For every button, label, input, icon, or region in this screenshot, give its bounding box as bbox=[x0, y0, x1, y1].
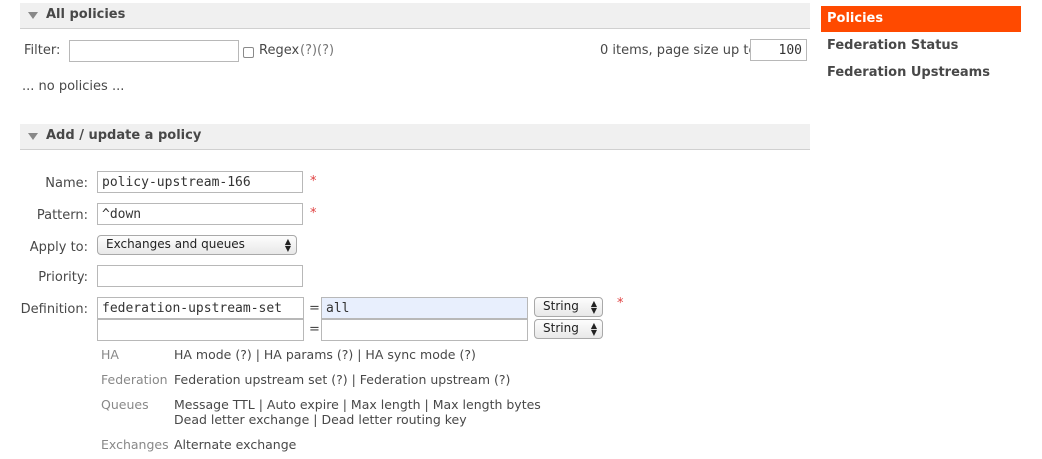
hint-line[interactable]: Alternate exchange bbox=[174, 437, 296, 452]
hint-line[interactable]: HA mode (?) | HA params (?) | HA sync mo… bbox=[174, 347, 476, 362]
page-size-input[interactable] bbox=[750, 39, 807, 61]
apply-to-value: Exchanges and queues bbox=[106, 237, 245, 251]
definition-type-select[interactable]: String ▲ ▼ bbox=[534, 297, 603, 317]
hint-category-ha: HA bbox=[101, 347, 119, 362]
items-count-text: 0 items, page size up to bbox=[600, 43, 757, 58]
definition-label: Definition: bbox=[20, 302, 88, 317]
regex-checkbox[interactable] bbox=[243, 47, 254, 58]
name-input[interactable] bbox=[97, 171, 303, 193]
name-label: Name: bbox=[45, 176, 88, 191]
definition-equals: = bbox=[309, 322, 320, 337]
priority-input[interactable] bbox=[97, 265, 303, 287]
add-policy-header[interactable]: Add / update a policy bbox=[20, 124, 810, 150]
definition-value-input[interactable] bbox=[321, 297, 528, 319]
collapse-triangle-icon[interactable] bbox=[28, 12, 38, 19]
regex-label: Regex bbox=[259, 43, 300, 58]
definition-type-select[interactable]: String ▲ ▼ bbox=[534, 319, 603, 339]
hint-links-queues[interactable]: Message TTL | Auto expire | Max length |… bbox=[174, 397, 541, 427]
definition-key-input[interactable] bbox=[97, 297, 304, 319]
no-policies-text: ... no policies ... bbox=[22, 79, 125, 94]
hint-line[interactable]: Dead letter exchange | Dead letter routi… bbox=[174, 412, 541, 427]
definition-type-value: String bbox=[543, 321, 579, 335]
sidebar-item-federation-upstreams[interactable]: Federation Upstreams bbox=[821, 60, 1021, 86]
add-policy-title: Add / update a policy bbox=[46, 128, 202, 143]
hint-links-federation[interactable]: Federation upstream set (?) | Federation… bbox=[174, 372, 510, 387]
hint-category-exchanges: Exchanges bbox=[101, 437, 169, 452]
select-arrows-icon: ▲ ▼ bbox=[284, 237, 291, 253]
sidebar-item-policies[interactable]: Policies bbox=[821, 6, 1021, 32]
sidebar-item-federation-status[interactable]: Federation Status bbox=[821, 33, 1021, 59]
apply-to-label: Apply to: bbox=[29, 240, 88, 255]
apply-to-select[interactable]: Exchanges and queues ▲ ▼ bbox=[97, 235, 297, 255]
required-mark: * bbox=[310, 206, 317, 221]
priority-label: Priority: bbox=[38, 270, 88, 285]
hint-links-ha[interactable]: HA mode (?) | HA params (?) | HA sync mo… bbox=[174, 347, 476, 362]
definition-value-input[interactable] bbox=[321, 319, 528, 341]
hint-category-queues: Queues bbox=[101, 397, 149, 412]
hint-category-federation: Federation bbox=[101, 372, 168, 387]
definition-key-input[interactable] bbox=[97, 319, 304, 341]
pattern-input[interactable] bbox=[97, 203, 303, 225]
select-arrows-icon: ▲ ▼ bbox=[590, 321, 597, 337]
pattern-label: Pattern: bbox=[36, 208, 88, 223]
filter-input[interactable] bbox=[69, 40, 239, 62]
required-mark: * bbox=[310, 174, 317, 189]
definition-equals: = bbox=[309, 301, 320, 316]
select-arrows-icon: ▲ ▼ bbox=[590, 299, 597, 315]
filter-label: Filter: bbox=[24, 43, 61, 58]
hint-links-exchanges[interactable]: Alternate exchange bbox=[174, 437, 296, 452]
regex-help[interactable]: (?)(?) bbox=[300, 43, 334, 58]
collapse-triangle-icon[interactable] bbox=[28, 133, 38, 140]
required-mark: * bbox=[617, 296, 624, 311]
all-policies-header[interactable]: All policies bbox=[20, 3, 810, 29]
hint-line[interactable]: Federation upstream set (?) | Federation… bbox=[174, 372, 510, 387]
hint-line[interactable]: Message TTL | Auto expire | Max length |… bbox=[174, 397, 541, 412]
all-policies-title: All policies bbox=[46, 7, 126, 22]
definition-type-value: String bbox=[543, 299, 579, 313]
